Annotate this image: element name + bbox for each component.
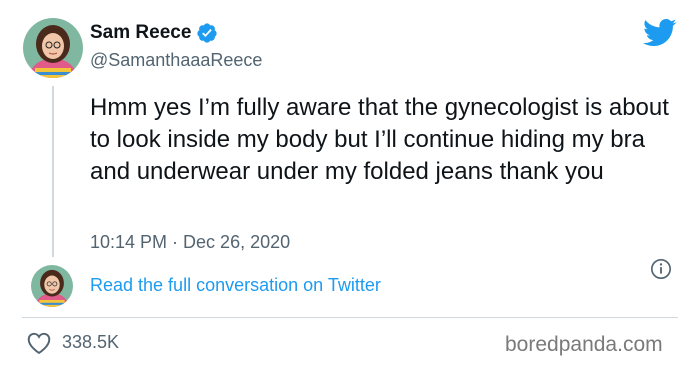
avatar-image xyxy=(23,18,83,78)
tweet-timestamp[interactable]: 10:14 PM · Dec 26, 2020 xyxy=(90,232,290,253)
thread-line xyxy=(52,86,54,257)
author-display-name[interactable]: Sam Reece xyxy=(90,22,191,44)
tweet-text: Hmm yes I’m fully aware that the gynecol… xyxy=(90,94,669,185)
twitter-bird-icon[interactable] xyxy=(643,18,677,48)
author-name-row: Sam Reece xyxy=(90,22,218,44)
verified-badge-icon xyxy=(197,23,218,43)
reply-avatar[interactable] xyxy=(31,265,73,307)
read-conversation-link[interactable]: Read the full conversation on Twitter xyxy=(90,275,381,296)
watermark: boredpanda.com xyxy=(505,333,663,356)
author-avatar[interactable] xyxy=(23,18,83,78)
like-count: 338.5K xyxy=(62,332,120,352)
info-icon[interactable] xyxy=(650,258,672,280)
heart-icon[interactable] xyxy=(26,331,52,355)
divider xyxy=(22,317,678,318)
avatar-image xyxy=(31,265,73,307)
author-handle[interactable]: @SamanthaaaReece xyxy=(90,50,262,71)
